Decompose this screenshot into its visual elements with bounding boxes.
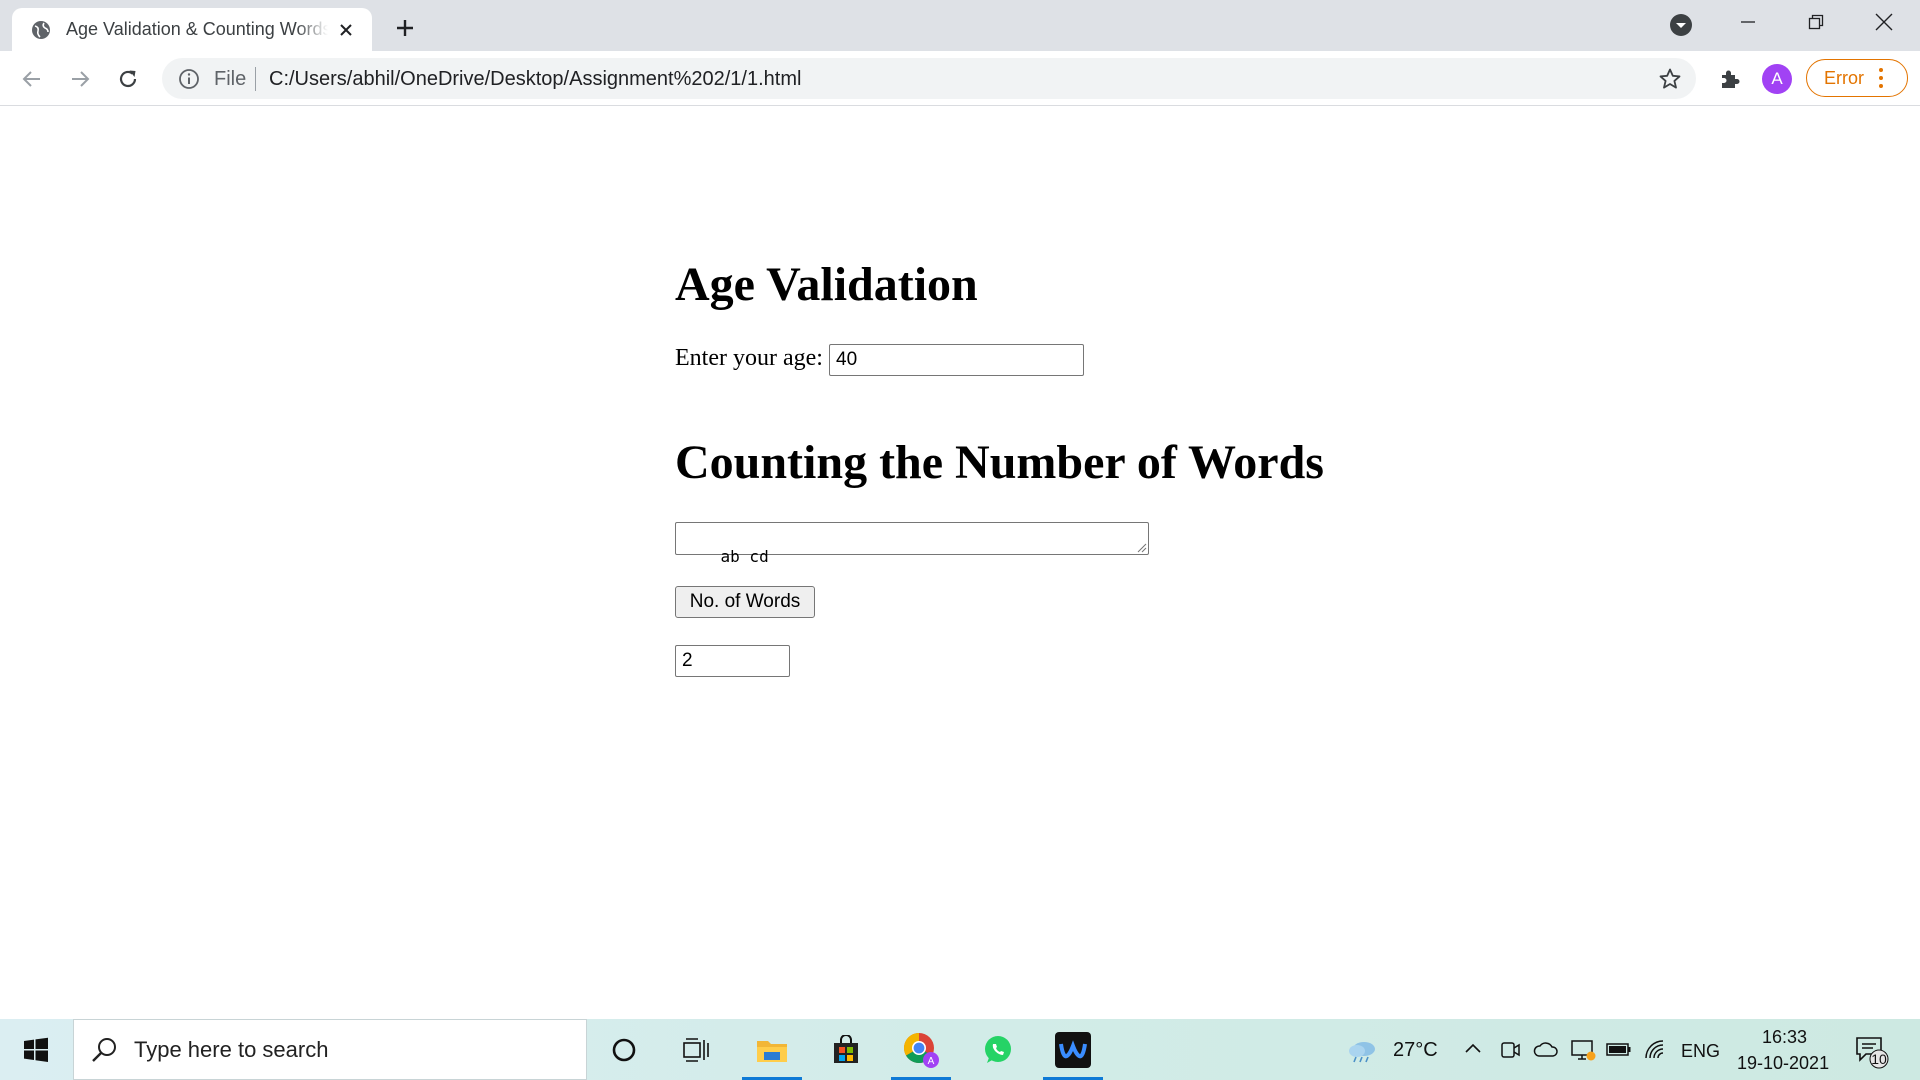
weather-cloud-icon[interactable] [1346,1035,1380,1063]
back-button[interactable] [16,63,48,95]
chevron-up-icon[interactable] [1463,1039,1483,1059]
tab-search-icon[interactable] [1668,12,1694,38]
forward-button[interactable] [64,63,96,95]
chrome-icon[interactable]: A [891,1019,951,1080]
notification-count-badge: 10 [1871,1051,1887,1067]
url-text[interactable]: C:/Users/abhil/OneDrive/Desktop/Assignme… [269,68,801,91]
resize-grip-icon[interactable] [1135,541,1147,553]
browser-tab-strip: Age Validation & Counting Words [0,0,1920,51]
globe-icon [30,19,52,41]
restore-button[interactable] [1782,0,1850,44]
info-icon[interactable] [178,68,200,90]
count-words-button[interactable]: No. of Words [675,586,815,618]
weather-temperature[interactable]: 27°C [1393,1039,1438,1062]
reload-button[interactable] [112,63,144,95]
file-explorer-icon[interactable] [742,1019,802,1080]
address-bar[interactable]: File C:/Users/abhil/OneDrive/Desktop/Ass… [162,58,1696,99]
more-vert-icon [1878,68,1884,88]
svg-text:A: A [928,1056,935,1067]
taskbar-search-box[interactable]: Type here to search [73,1019,587,1080]
counting-words-heading: Counting the Number of Words [675,436,1324,489]
page-content: Age Validation Enter your age: 40 Counti… [0,107,1920,1019]
notification-center-icon[interactable]: 10 [1855,1035,1889,1069]
meet-now-icon[interactable] [1499,1039,1521,1061]
task-view-icon[interactable] [666,1019,726,1080]
age-validation-heading: Age Validation [675,258,978,311]
close-window-button[interactable] [1850,0,1918,44]
network-status-icon[interactable] [1570,1038,1596,1062]
clock-time[interactable]: 16:33 [1762,1027,1807,1048]
words-textarea-text: ab cd [720,547,769,566]
age-input[interactable]: 40 [829,344,1084,376]
word-count-output[interactable]: 2 [675,645,790,677]
close-icon[interactable] [334,18,358,42]
divider [255,67,256,91]
words-textarea[interactable]: ab cd [675,522,1149,566]
webex-icon[interactable] [1043,1019,1103,1080]
minimize-button[interactable] [1714,0,1782,44]
battery-icon[interactable] [1606,1039,1632,1059]
search-icon [92,1037,116,1062]
clock-date[interactable]: 19-10-2021 [1737,1053,1829,1074]
profile-avatar[interactable]: A [1762,64,1792,94]
wifi-icon[interactable] [1643,1038,1667,1060]
new-tab-button[interactable] [390,13,420,43]
language-indicator[interactable]: ENG [1681,1041,1720,1062]
file-label: File [214,68,247,90]
error-menu-button[interactable]: Error [1806,59,1908,97]
tab-title: Age Validation & Counting Words [66,19,328,39]
search-placeholder: Type here to search [134,1036,329,1062]
windows-taskbar: Type here to search A 27°C ENG 16:33 19-… [0,1019,1920,1080]
microsoft-store-icon[interactable] [816,1019,876,1080]
browser-toolbar: File C:/Users/abhil/OneDrive/Desktop/Ass… [0,51,1920,106]
windows-start-icon[interactable] [14,1033,58,1067]
error-label: Error [1824,67,1864,88]
onedrive-cloud-icon[interactable] [1533,1039,1559,1061]
age-label: Enter your age: [675,345,823,371]
extensions-puzzle-icon[interactable] [1714,63,1746,95]
browser-tab[interactable]: Age Validation & Counting Words [12,8,372,51]
bookmark-star-icon[interactable] [1658,67,1682,91]
cortana-icon[interactable] [594,1019,654,1080]
whatsapp-icon[interactable] [968,1019,1028,1080]
